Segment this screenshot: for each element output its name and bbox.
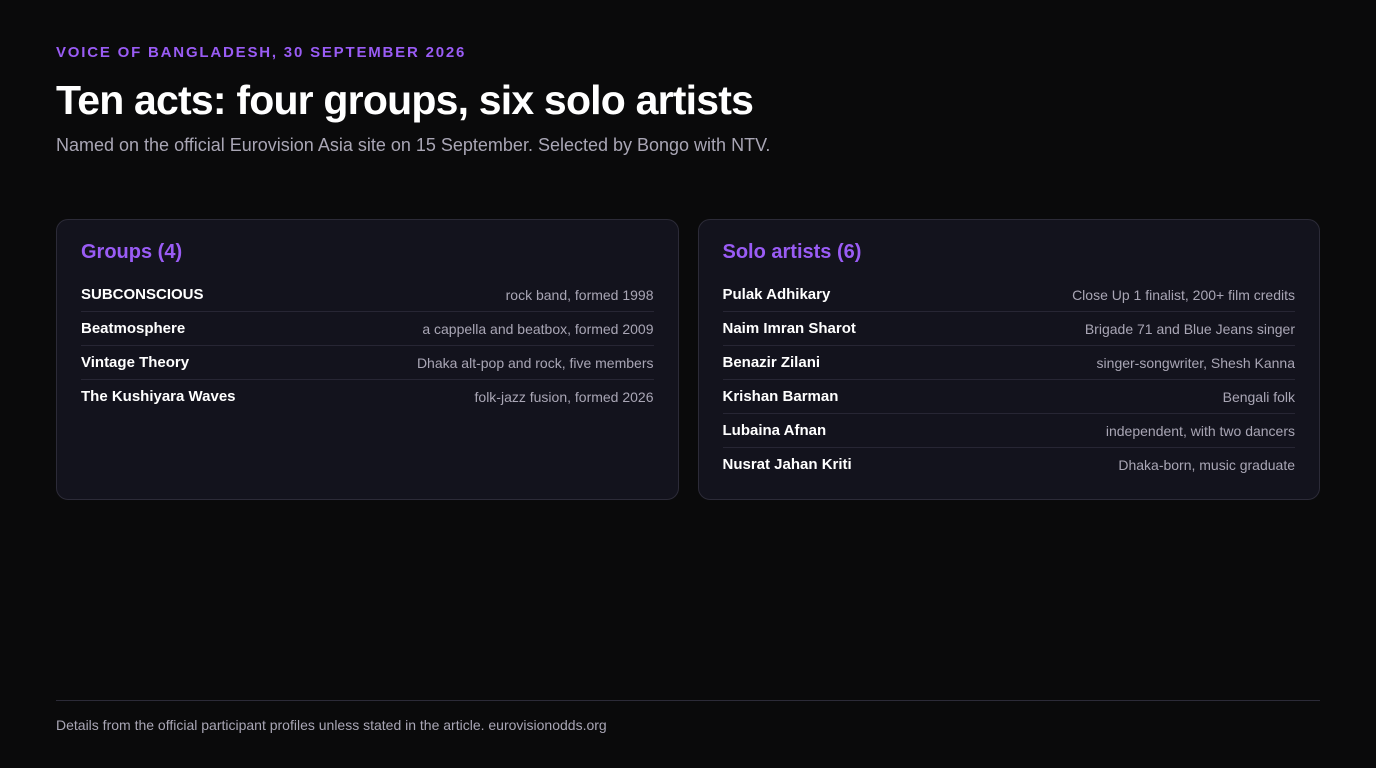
page: VOICE OF BANGLADESH, 30 SEPTEMBER 2026 T… — [0, 0, 1376, 768]
act-name: Pulak Adhikary — [722, 286, 831, 303]
act-description: singer-songwriter, Shesh Kanna — [1096, 354, 1295, 371]
page-title: Ten acts: four groups, six solo artists — [56, 77, 754, 123]
act-name: The Kushiyara Waves — [81, 388, 236, 405]
act-name: Krishan Barman — [722, 388, 839, 405]
act-description: Dhaka alt-pop and rock, five members — [416, 354, 654, 371]
solo-list: Pulak Adhikary Close Up 1 finalist, 200+… — [722, 278, 1296, 481]
groups-card: Groups (4) SUBCONSCIOUS rock band, forme… — [56, 219, 679, 500]
solo-card-title: Solo artists (6) — [722, 241, 862, 263]
kicker: VOICE OF BANGLADESH, 30 SEPTEMBER 2026 — [56, 44, 467, 61]
cards-container: Groups (4) SUBCONSCIOUS rock band, forme… — [56, 219, 1320, 500]
list-item: The Kushiyara Waves folk-jazz fusion, fo… — [81, 380, 654, 413]
list-item: SUBCONSCIOUS rock band, formed 1998 — [81, 278, 654, 312]
act-description: folk-jazz fusion, formed 2026 — [474, 388, 654, 405]
act-description: Close Up 1 finalist, 200+ film credits — [1072, 286, 1295, 303]
act-name: SUBCONSCIOUS — [81, 286, 204, 303]
solo-card: Solo artists (6) Pulak Adhikary Close Up… — [697, 219, 1320, 500]
act-name: Vintage Theory — [81, 354, 190, 371]
list-item: Lubaina Afnan independent, with two danc… — [722, 414, 1295, 448]
footer-divider — [56, 700, 1320, 701]
list-item: Nusrat Jahan Kriti Dhaka-born, music gra… — [723, 448, 1296, 481]
list-item: Naim Imran Sharot Brigade 71 and Blue Je… — [722, 312, 1295, 346]
act-description: Dhaka-born, music graduate — [1118, 456, 1295, 473]
act-name: Lubaina Afnan — [722, 422, 827, 439]
list-item: Beatmosphere a cappella and beatbox, for… — [81, 312, 654, 346]
list-item: Vintage Theory Dhaka alt-pop and rock, f… — [81, 346, 654, 380]
groups-card-title: Groups (4) — [81, 241, 183, 263]
act-description: Brigade 71 and Blue Jeans singer — [1084, 320, 1295, 337]
act-description: rock band, formed 1998 — [505, 286, 654, 303]
page-subtitle: Named on the official Eurovision Asia si… — [56, 135, 771, 155]
act-name: Naim Imran Sharot — [722, 320, 856, 337]
list-item: Pulak Adhikary Close Up 1 finalist, 200+… — [722, 278, 1295, 312]
act-name: Benazir Zilani — [722, 354, 821, 371]
act-description: independent, with two dancers — [1105, 422, 1295, 439]
groups-list: SUBCONSCIOUS rock band, formed 1998 Beat… — [81, 278, 654, 413]
act-name: Beatmosphere — [81, 320, 186, 337]
act-description: Bengali folk — [1222, 388, 1295, 405]
act-description: a cappella and beatbox, formed 2009 — [422, 320, 654, 337]
footer-note: Details from the official participant pr… — [56, 717, 607, 733]
act-name: Nusrat Jahan Kriti — [722, 456, 852, 473]
list-item: Krishan Barman Bengali folk — [722, 380, 1295, 414]
list-item: Benazir Zilani singer-songwriter, Shesh … — [722, 346, 1295, 380]
